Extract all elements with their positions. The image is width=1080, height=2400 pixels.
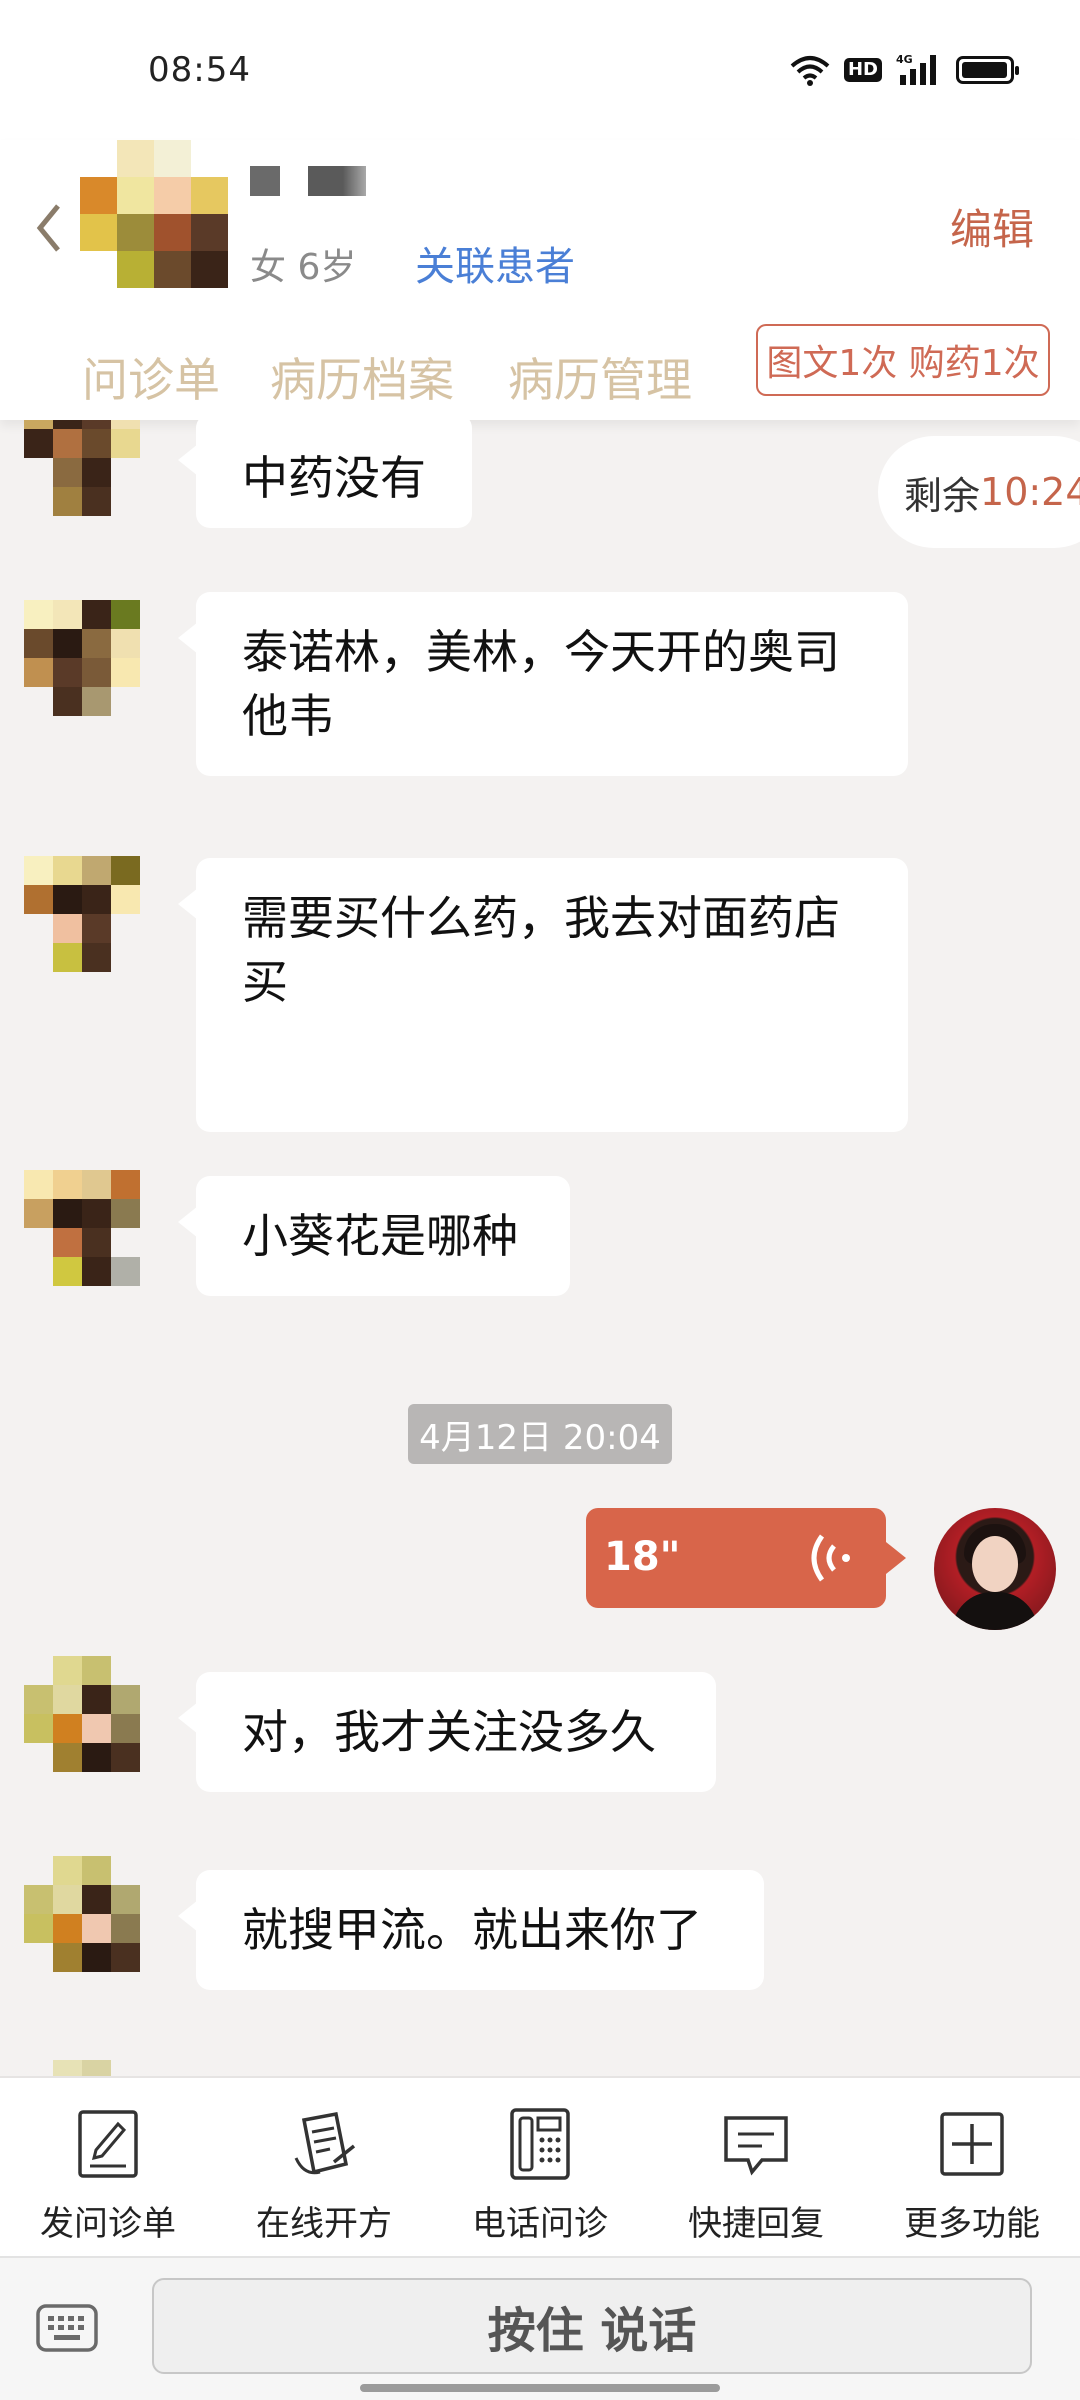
edit-button[interactable]: 编辑 xyxy=(950,196,1034,257)
prescription-icon xyxy=(294,2111,356,2175)
phone-consult-button[interactable]: 电话问诊 xyxy=(432,2078,648,2258)
doctor-avatar[interactable] xyxy=(934,1508,1056,1630)
message-list: 中药没有 剩余 10:24 泰诺林，美林，今天开的奥司他韦 需要买什么药，我去对面… xyxy=(0,420,1080,2076)
status-bar: 08:54 HD 4G xyxy=(0,0,1080,140)
message-bubble[interactable]: 需要买什么药，我去对面药店买 xyxy=(178,858,908,1132)
online-prescription-button[interactable]: 在线开方 xyxy=(216,2078,432,2258)
hold-to-talk-button[interactable]: 按住 说话 xyxy=(152,2278,1032,2374)
send-consult-form-button[interactable]: 发问诊单 xyxy=(0,2078,216,2258)
message-bubble[interactable]: 对，我才关注没多久 xyxy=(178,1672,716,1792)
phone-icon xyxy=(510,2108,570,2180)
patient-name-blurred xyxy=(250,166,366,196)
message-bubble[interactable]: 小葵花是哪种 xyxy=(178,1176,570,1296)
message-text: 就搜甲流。就出来你了 xyxy=(242,1903,702,1957)
message-text: 小葵花是哪种 xyxy=(242,1209,518,1263)
tool-label: 发问诊单 xyxy=(40,2204,176,2244)
message-bubble[interactable]: 就搜甲流。就出来你了 xyxy=(178,1870,764,1990)
home-indicator[interactable] xyxy=(360,2384,720,2392)
message-timestamp: 4月12日 20:04 xyxy=(408,1404,672,1464)
patient-message-avatar[interactable] xyxy=(24,1656,140,1772)
patient-message-avatar[interactable] xyxy=(24,2060,140,2076)
patient-message-avatar[interactable] xyxy=(24,856,140,972)
more-functions-button[interactable]: 更多功能 xyxy=(864,2078,1080,2258)
tool-label: 电话问诊 xyxy=(472,2204,608,2244)
remaining-value: 10:24 xyxy=(980,470,1080,514)
tab-consult-form[interactable]: 问诊单 xyxy=(82,344,220,410)
patient-message-avatar[interactable] xyxy=(24,600,140,716)
remaining-label: 剩余 xyxy=(904,473,981,518)
status-time: 08:54 xyxy=(148,50,251,90)
service-quota-badge[interactable]: 图文1次 购药1次 xyxy=(756,324,1050,396)
tool-label: 更多功能 xyxy=(904,2204,1040,2244)
quick-reply-button[interactable]: 快捷回复 xyxy=(648,2078,864,2258)
patient-message-avatar[interactable] xyxy=(24,420,140,516)
message-bubble[interactable]: 中药没有 xyxy=(178,420,472,528)
chat-screen: 08:54 HD 4G 女 6岁 关联患者 编辑 问诊单 病历档案 病历管理 图… xyxy=(0,0,1080,2400)
link-patient-button[interactable]: 关联患者 xyxy=(415,234,575,292)
voice-message-bubble[interactable]: 18" xyxy=(586,1508,906,1608)
message-bubble[interactable]: 泰诺林，美林，今天开的奥司他韦 xyxy=(178,592,908,776)
message-text: 泰诺林，美林，今天开的奥司他韦 xyxy=(242,625,840,743)
status-icons: HD 4G xyxy=(790,50,1019,90)
chat-bubble-icon xyxy=(724,2116,788,2176)
form-edit-icon xyxy=(78,2110,138,2178)
hd-badge: HD xyxy=(843,58,882,82)
message-text: 对，我才关注没多久 xyxy=(242,1705,656,1759)
patient-avatar[interactable] xyxy=(80,140,228,288)
input-bar: 按住 说话 xyxy=(0,2256,1080,2400)
signal-icon: 4G xyxy=(896,53,936,85)
voice-wave-icon xyxy=(811,1534,850,1582)
wifi-icon xyxy=(790,56,830,86)
tab-record-management[interactable]: 病历管理 xyxy=(508,344,692,410)
plus-box-icon xyxy=(940,2112,1004,2176)
tool-label: 在线开方 xyxy=(256,2204,392,2244)
back-icon[interactable] xyxy=(30,198,70,258)
keyboard-icon[interactable] xyxy=(36,2304,98,2352)
message-text: 需要买什么药，我去对面药店买 xyxy=(242,891,840,1009)
message-text: 中药没有 xyxy=(242,451,426,505)
tool-label: 快捷回复 xyxy=(688,2204,824,2244)
remaining-time-pill: 剩余 10:24 xyxy=(878,436,1080,548)
action-toolbar: 发问诊单 在线开方 电话问诊 快捷回复 更多功能 xyxy=(0,2076,1080,2256)
patient-message-avatar[interactable] xyxy=(24,1170,140,1286)
patient-gender-age: 女 6岁 xyxy=(250,247,357,288)
patient-message-avatar[interactable] xyxy=(24,1856,140,1972)
svg-text:4G: 4G xyxy=(896,53,913,66)
chat-header: 女 6岁 关联患者 编辑 问诊单 病历档案 病历管理 图文1次 购药1次 xyxy=(0,140,1080,420)
battery-icon xyxy=(956,56,1019,84)
tab-medical-records[interactable]: 病历档案 xyxy=(270,344,454,410)
voice-duration: 18" xyxy=(604,1534,681,1580)
